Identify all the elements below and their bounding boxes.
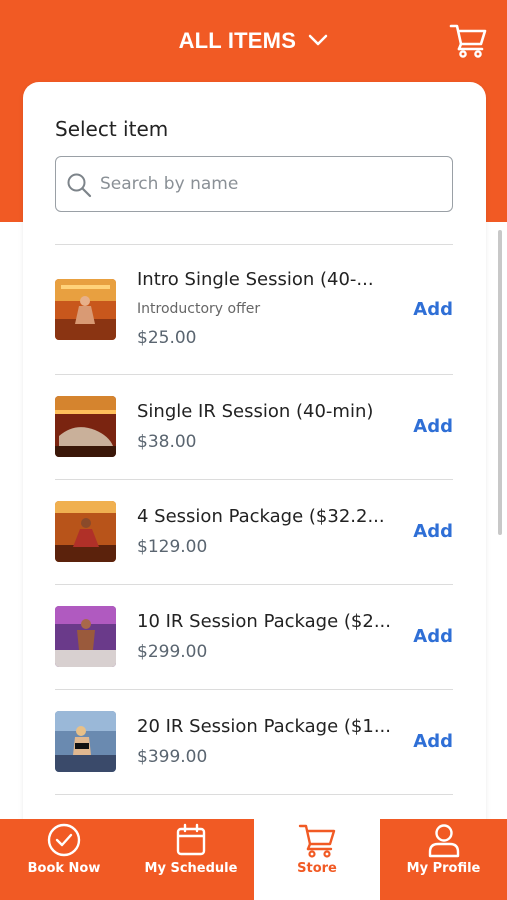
list-divider (55, 794, 453, 814)
item-name: 4 Session Package ($32.2... (137, 506, 385, 527)
item-thumbnail (55, 396, 116, 457)
item-picker-card: Select item Intro Single Session (40-... (23, 82, 486, 842)
item-name: 10 IR Session Package ($2... (137, 611, 391, 632)
search-input[interactable] (100, 167, 440, 201)
cart-icon[interactable] (449, 22, 487, 58)
add-button[interactable]: Add (413, 521, 453, 542)
item-thumbnail (55, 606, 116, 667)
list-item[interactable]: Single IR Session (40-min) $38.00 Add (55, 374, 453, 479)
item-price: $38.00 (137, 432, 197, 452)
calendar-icon (176, 823, 206, 856)
list-item[interactable]: 20 IR Session Package ($1... $399.00 Add (55, 689, 453, 794)
item-thumbnail (55, 501, 116, 562)
item-name: 20 IR Session Package ($1... (137, 716, 391, 737)
nav-label: Book Now (27, 861, 101, 876)
bottom-nav: Book Now My Schedule Store My Profile (0, 819, 507, 900)
card-title: Select item (55, 117, 169, 141)
search-icon (67, 173, 92, 198)
add-button[interactable]: Add (413, 416, 453, 437)
item-name: Intro Single Session (40-... (137, 269, 374, 290)
list-item[interactable]: 4 Session Package ($32.2... $129.00 Add (55, 479, 453, 584)
item-list: Intro Single Session (40-... Introductor… (55, 244, 453, 814)
add-button[interactable]: Add (413, 731, 453, 752)
item-price: $25.00 (137, 328, 197, 348)
item-thumbnail (55, 711, 116, 772)
nav-store[interactable]: Store (254, 819, 380, 900)
category-title: ALL ITEMS (178, 28, 297, 53)
item-name: Single IR Session (40-min) (137, 401, 374, 422)
scrollbar[interactable] (498, 230, 502, 535)
add-button[interactable]: Add (413, 299, 453, 320)
top-bar: ALL ITEMS (0, 0, 507, 82)
nav-my-schedule[interactable]: My Schedule (128, 819, 254, 900)
list-item[interactable]: 10 IR Session Package ($2... $299.00 Add (55, 584, 453, 689)
cart-icon (298, 824, 336, 858)
nav-label: Store (297, 861, 337, 876)
nav-my-profile[interactable]: My Profile (380, 819, 507, 900)
person-icon (428, 824, 459, 858)
add-button[interactable]: Add (413, 626, 453, 647)
item-thumbnail (55, 279, 116, 340)
item-subtitle: Introductory offer (137, 301, 261, 317)
item-price: $299.00 (137, 642, 208, 662)
nav-label: My Profile (406, 861, 481, 876)
list-item[interactable]: Intro Single Session (40-... Introductor… (55, 244, 453, 374)
nav-book-now[interactable]: Book Now (0, 819, 128, 900)
chevron-down-icon (309, 34, 328, 46)
check-circle-icon (47, 823, 81, 857)
nav-label: My Schedule (144, 861, 238, 876)
item-price: $399.00 (137, 747, 208, 767)
category-dropdown[interactable]: ALL ITEMS (0, 28, 507, 54)
item-price: $129.00 (137, 537, 208, 557)
search-box[interactable] (55, 156, 453, 212)
